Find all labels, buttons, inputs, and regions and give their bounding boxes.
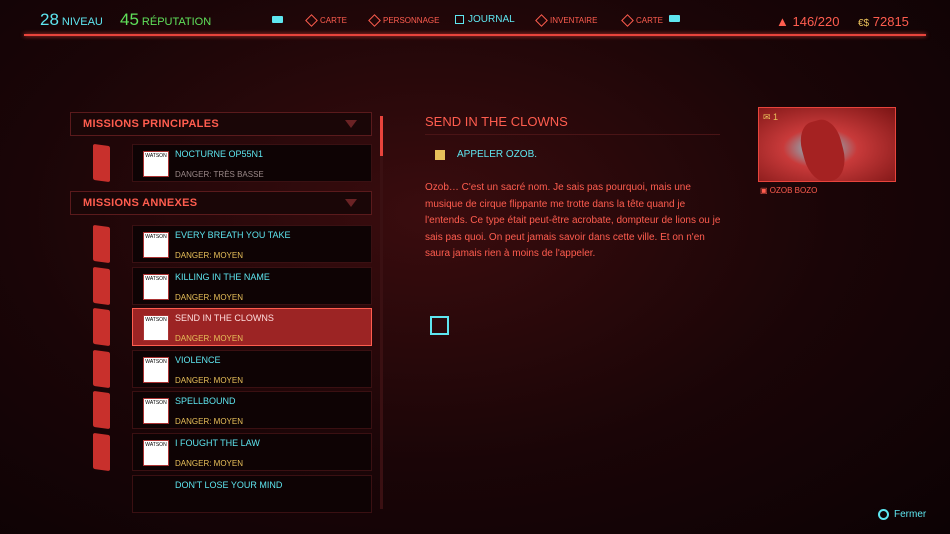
close-button[interactable]: Fermer [878,509,926,520]
message-icon: ✉ 1 [763,112,779,122]
quest-name: KILLING IN THE NAME [175,271,270,282]
divider [425,134,720,135]
character-icon: . [368,14,381,27]
inventory-icon: . [535,14,548,27]
grenade-image [795,115,851,181]
reputation: 45 RÉPUTATION [120,10,212,29]
quest-icon [93,143,110,183]
objective-icon [435,149,445,160]
district-logo: WATSON [143,398,169,425]
quest-icon [93,266,110,305]
quest-icon [93,224,110,264]
contact-name: ▣ OZOB BOZO [760,186,818,195]
district-logo: WATSON [143,151,169,177]
quest-danger: DANGER: MOYEN [175,334,244,344]
circle-button-icon [878,509,889,520]
money: €$ 72815 [858,14,909,29]
district-logo: WATSON [143,315,169,342]
chevron-down-icon [345,199,357,207]
quest-icon [93,349,110,388]
quest-name: EVERY BREATH YOU TAKE [175,230,291,240]
quest-danger: DANGER: MOYEN [175,417,244,427]
quest-danger: DANGER: MOYEN [175,251,244,260]
weight: ▲ 146/220 [776,14,840,29]
quest-row[interactable]: WATSON VIOLENCE DANGER: MOYEN [132,349,372,388]
track-quest-button[interactable] [430,316,449,335]
divider [24,34,926,36]
quest-name: I FOUGHT THE LAW [175,438,260,448]
quest-row[interactable]: WATSON SEND IN THE CLOWNS DANGER: MOYEN [132,308,372,347]
quest-icon [93,432,110,472]
scrollbar[interactable] [380,116,383,509]
quest-description: Ozob… C'est un sacré nom. Je sais pas po… [425,182,721,259]
tab-inventaire[interactable]: .INVENTAIRE [535,14,597,27]
quest-icon [93,391,110,430]
tab-carte-2[interactable]: .CARTE [621,14,663,27]
quest-row[interactable]: DON'T LOSE YOUR MIND [132,474,372,513]
quest-danger: DANGER: MOYEN [175,292,244,302]
quest-row[interactable]: WATSON SPELLBOUND DANGER: MOYEN [132,391,372,430]
chevron-down-icon [345,120,357,128]
level: 28 NIVEAU [40,10,103,29]
quest-name: DON'T LOSE YOUR MIND [175,479,283,490]
district-logo: WATSON [143,232,169,258]
quest-title: SEND IN THE CLOWNS [425,114,568,129]
tab-personnage[interactable]: .PERSONNAGE [368,14,439,27]
district-logo: WATSON [143,356,169,383]
quest-row[interactable]: WATSON KILLING IN THE NAME DANGER: MOYEN [132,266,372,305]
quest-row[interactable]: WATSON I FOUGHT THE LAW DANGER: MOYEN [132,433,372,471]
l1-key-icon [272,16,283,23]
r1-key-icon [669,15,680,22]
tab-carte[interactable]: .CARTE [305,14,347,27]
quest-icon [93,307,110,347]
quest-name: VIOLENCE [175,354,221,365]
section-main-missions[interactable]: MISSIONS PRINCIPALES [70,112,372,136]
quest-row[interactable]: WATSON EVERY BREATH YOU TAKE DANGER: MOYEN [132,225,372,263]
district-logo: WATSON [143,273,169,300]
district-logo: WATSON [143,440,169,466]
map-icon: . [305,14,318,27]
quest-row[interactable]: WATSON NOCTURNE OP55N1 DANGER: TRÈS BASSE [132,144,372,182]
top-bar: 28NIVEAU 45RÉPUTATION .CARTE .PERSONNAGE… [0,0,950,36]
quest-name: SPELLBOUND [175,396,236,407]
quest-danger: DANGER: MOYEN [175,375,244,385]
quest-name: SEND IN THE CLOWNS [175,313,274,324]
tab-journal[interactable]: .JOURNAL [455,14,515,25]
map-icon: . [621,14,634,27]
contact-image: ✉ 1 [758,107,896,182]
section-side-missions[interactable]: MISSIONS ANNEXES [70,191,372,215]
quest-danger: DANGER: MOYEN [175,459,244,468]
objective: APPELER OZOB. [435,149,537,160]
journal-icon: . [455,15,464,24]
